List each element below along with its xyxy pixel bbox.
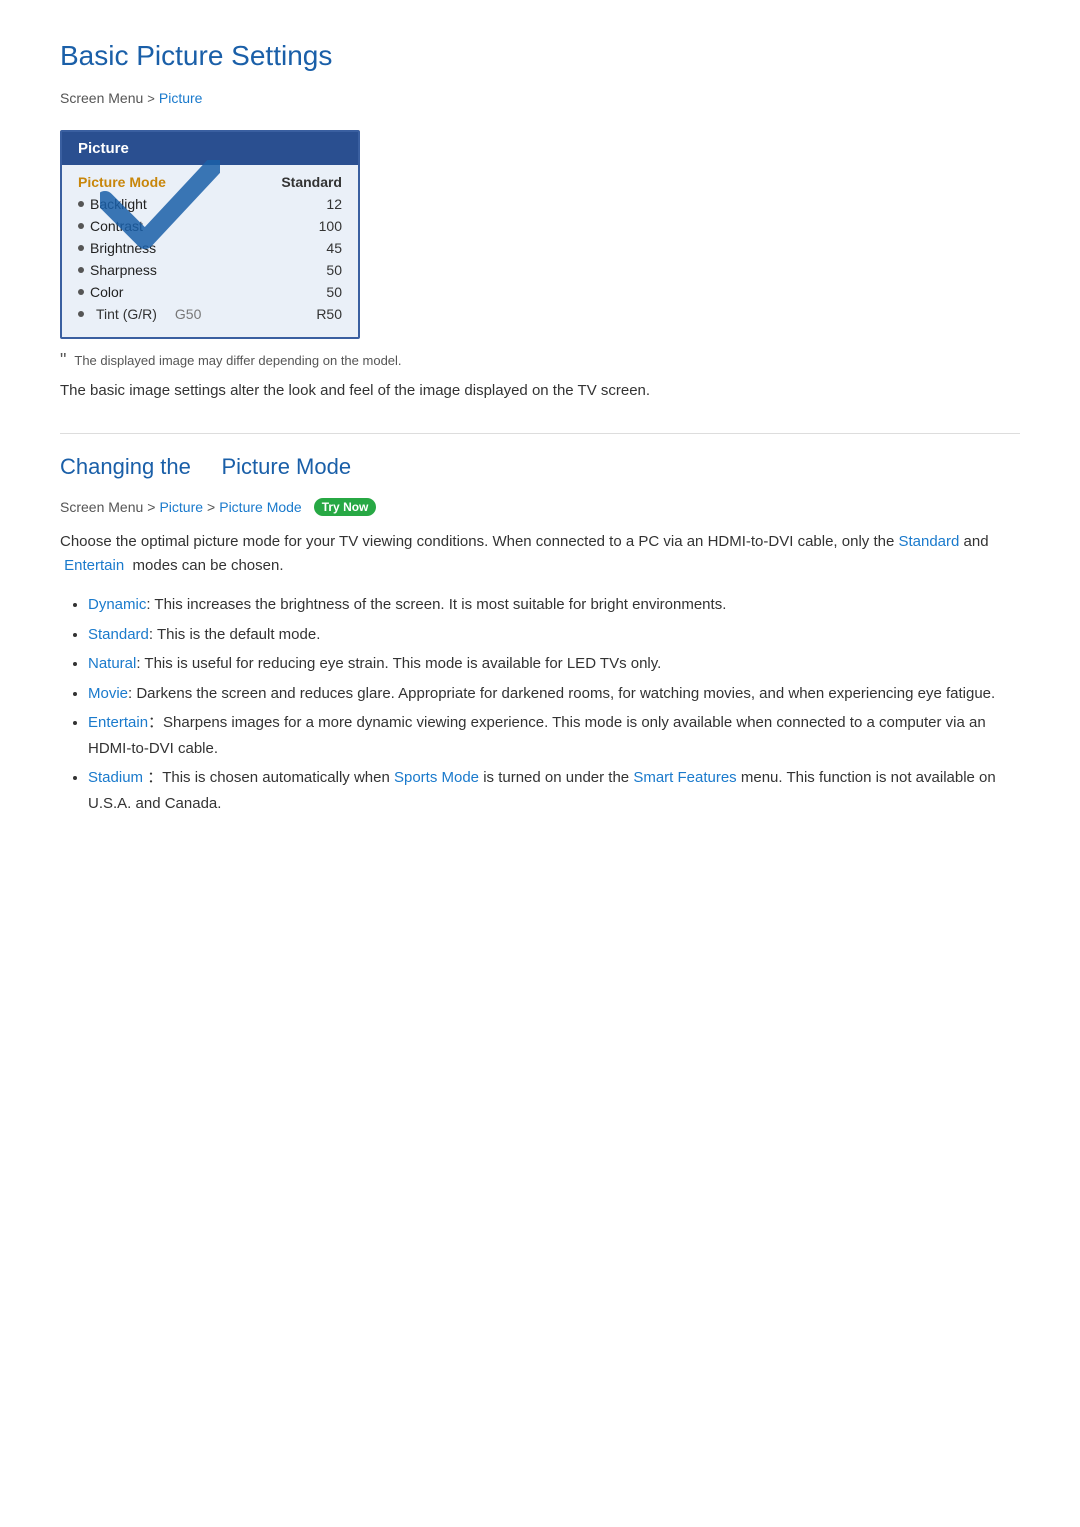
menu-item-sharpness: Sharpness 50 <box>62 259 358 281</box>
picture-mode-label: Picture Mode <box>78 174 166 190</box>
menu-item-contrast: Contrast 100 <box>62 215 358 237</box>
movie-text: : Darkens the screen and reduces glare. … <box>128 685 995 702</box>
picture-menu-wrapper: Picture Picture Mode Standard Backlight … <box>60 130 360 353</box>
item-label: Contrast <box>90 218 143 234</box>
entertain-link[interactable]: Entertain <box>88 714 148 731</box>
item-value: 100 <box>319 218 342 234</box>
breadcrumb-root: Screen Menu <box>60 90 143 106</box>
item-label: Sharpness <box>90 262 157 278</box>
list-item-entertain: Entertain：Sharpens images for a more dyn… <box>88 710 1020 761</box>
menu-item-color: Color 50 <box>62 281 358 303</box>
picture-menu-header: Picture <box>62 132 358 165</box>
menu-item-brightness: Brightness 45 <box>62 237 358 259</box>
picture-mode-row: Picture Mode Standard <box>62 171 358 193</box>
list-item-stadium: Stadium ：This is chosen automatically wh… <box>88 765 1020 816</box>
movie-link[interactable]: Movie <box>88 685 128 702</box>
tint-label-text: Tint (G/R) <box>96 306 157 322</box>
disclaimer-text: The displayed image may differ depending… <box>74 353 401 368</box>
section2-title-part1: Changing the <box>60 454 191 479</box>
list-item-dynamic: Dynamic: This increases the brightness o… <box>88 592 1020 618</box>
bullet-icon <box>78 311 84 317</box>
page-title: Basic Picture Settings <box>60 40 1020 72</box>
bullet-icon <box>78 267 84 273</box>
list-item-movie: Movie: Darkens the screen and reduces gl… <box>88 681 1020 707</box>
breadcrumb-2: Screen Menu > Picture > Picture Mode Try… <box>60 498 1020 516</box>
description-text: The basic image settings alter the look … <box>60 379 1020 403</box>
dynamic-text: : This increases the brightness of the s… <box>146 596 726 613</box>
intro-standard-link[interactable]: Standard <box>898 533 959 550</box>
section-divider <box>60 433 1020 434</box>
sports-mode-link[interactable]: Sports Mode <box>394 769 479 786</box>
breadcrumb2-sep1: > <box>147 499 155 515</box>
bullet-icon <box>78 289 84 295</box>
item-value: 50 <box>326 262 342 278</box>
section2-title: Changing the Picture Mode <box>60 454 1020 486</box>
breadcrumb-separator: > <box>147 91 155 106</box>
menu-item-backlight: Backlight 12 <box>62 193 358 215</box>
list-item-standard: Standard: This is the default mode. <box>88 622 1020 648</box>
quote-icon: " <box>60 351 66 369</box>
item-label: Backlight <box>90 196 147 212</box>
standard-text: : This is the default mode. <box>149 626 320 643</box>
entertain-text: ：Sharpens images for a more dynamic view… <box>88 714 986 757</box>
natural-link[interactable]: Natural <box>88 655 136 672</box>
list-item-natural: Natural: This is useful for reducing eye… <box>88 651 1020 677</box>
breadcrumb2-link-picture[interactable]: Picture <box>159 499 203 515</box>
menu-item-tint: Tint (G/R) G50 R50 <box>62 303 358 325</box>
bullet-icon <box>78 245 84 251</box>
standard-link[interactable]: Standard <box>88 626 149 643</box>
breadcrumb2-root: Screen Menu <box>60 499 143 515</box>
item-label: Brightness <box>90 240 156 256</box>
picture-mode-value: Standard <box>281 174 342 190</box>
section2-title-part2: Picture Mode <box>221 454 351 479</box>
dynamic-link[interactable]: Dynamic <box>88 596 146 613</box>
item-value: 12 <box>326 196 342 212</box>
smart-features-link[interactable]: Smart Features <box>633 769 736 786</box>
breadcrumb2-link-picturemode[interactable]: Picture Mode <box>219 499 301 515</box>
bullet-icon <box>78 223 84 229</box>
stadium-text-middle: is turned on under the <box>483 769 629 786</box>
intro-entertain-link[interactable]: Entertain <box>60 557 124 574</box>
natural-text: : This is useful for reducing eye strain… <box>136 655 661 672</box>
intro-text: Choose the optimal picture mode for your… <box>60 530 1020 578</box>
disclaimer: " The displayed image may differ dependi… <box>60 353 1020 369</box>
item-value: 45 <box>326 240 342 256</box>
bullet-icon <box>78 201 84 207</box>
breadcrumb2-sep2: > <box>207 499 215 515</box>
item-value: 50 <box>326 284 342 300</box>
breadcrumb-link-picture[interactable]: Picture <box>159 90 203 106</box>
stadium-link[interactable]: Stadium <box>88 769 143 786</box>
picture-menu: Picture Picture Mode Standard Backlight … <box>60 130 360 339</box>
picture-mode-list: Dynamic: This increases the brightness o… <box>60 592 1020 816</box>
try-now-badge[interactable]: Try Now <box>314 498 377 516</box>
stadium-text-before: ：This is chosen automatically when <box>147 769 390 786</box>
item-label: Color <box>90 284 123 300</box>
tint-left: G50 <box>175 306 201 322</box>
breadcrumb-1: Screen Menu > Picture <box>60 90 1020 106</box>
tint-right: R50 <box>316 306 342 322</box>
